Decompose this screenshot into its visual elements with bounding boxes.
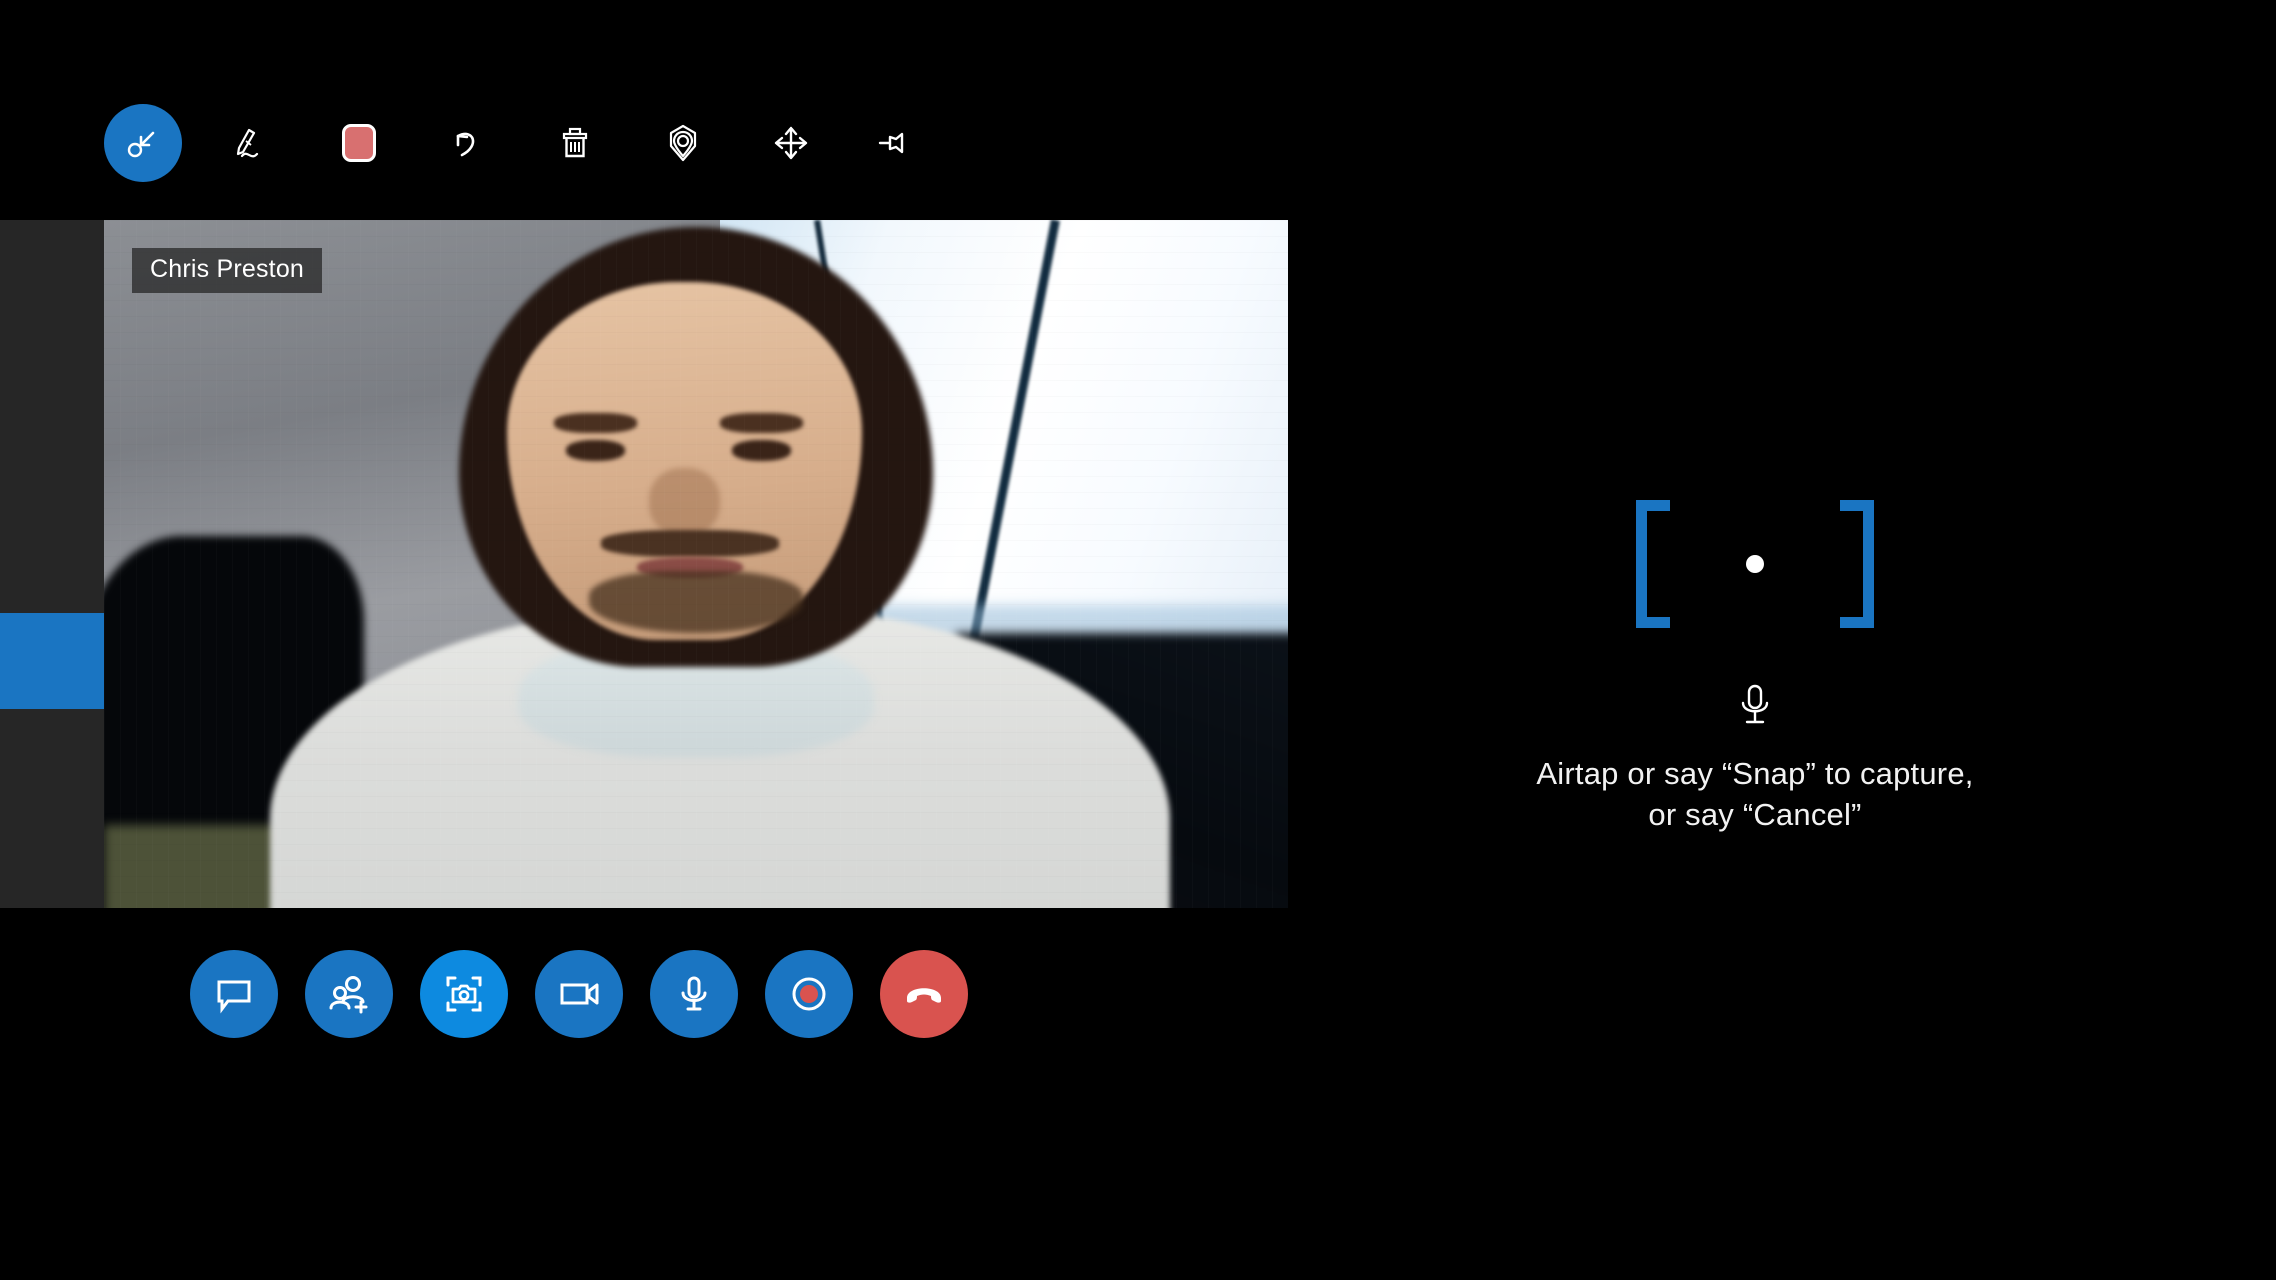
trash-icon	[562, 127, 588, 158]
annotation-toolbar	[104, 94, 1288, 192]
tool-move-button[interactable]	[752, 104, 830, 182]
scroll-rail[interactable]	[0, 220, 104, 908]
record-dot-icon	[792, 977, 826, 1011]
location-pin-icon	[669, 124, 697, 162]
chat-button[interactable]	[190, 950, 278, 1038]
video-person-brow-left	[553, 412, 637, 434]
video-camera-icon	[560, 983, 599, 1005]
video-person-beard	[589, 570, 803, 633]
undo-arrow-icon	[456, 132, 475, 157]
record-button[interactable]	[765, 950, 853, 1038]
color-swatch-icon	[342, 124, 376, 162]
microphone-icon	[1741, 684, 1769, 724]
video-person-brow-right	[719, 412, 803, 434]
move-arrows-icon	[774, 126, 808, 160]
participant-name-label: Chris Preston	[132, 248, 323, 293]
snapshot-capture-prompt: Airtap or say “Snap” to capture, or say …	[1490, 500, 2020, 836]
camera-snap-icon	[446, 976, 482, 1012]
remote-video-feed[interactable]: Chris Preston	[104, 220, 1288, 908]
add-person-icon	[329, 976, 368, 1014]
capture-prompt-text: Airtap or say “Snap” to capture, or say …	[1536, 754, 1973, 836]
capture-prompt-line-2: or say “Cancel”	[1648, 796, 1862, 832]
capture-prompt-line-1: Airtap or say “Snap” to capture,	[1536, 756, 1974, 791]
video-person-eye-right	[731, 440, 791, 461]
video-person-eye-left	[565, 440, 625, 461]
reticle-bracket-left	[1636, 500, 1670, 628]
tool-undo-button[interactable]	[428, 104, 506, 182]
tool-delete-button[interactable]	[536, 104, 614, 182]
pen-ink-icon	[229, 121, 273, 165]
add-people-button[interactable]	[305, 950, 393, 1038]
tool-place-button[interactable]	[644, 104, 722, 182]
pushpin-icon	[878, 132, 904, 154]
capture-reticle	[1636, 500, 1874, 628]
reticle-bracket-right	[1840, 500, 1874, 628]
cursor-select-icon	[123, 123, 163, 163]
end-call-button[interactable]	[880, 950, 968, 1038]
gaze-dot-cursor[interactable]	[1746, 555, 1764, 573]
app-stage: Chris Preston Airtap or say “Snap” to ca…	[0, 0, 2276, 1280]
microphone-button[interactable]	[650, 950, 738, 1038]
chat-bubble-icon	[217, 980, 251, 1014]
video-person-mustache	[601, 529, 779, 558]
tool-select-button[interactable]	[104, 104, 182, 182]
video-toggle-button[interactable]	[535, 950, 623, 1038]
end-call-icon	[907, 988, 941, 1003]
call-control-bar	[190, 950, 968, 1038]
voice-listening-indicator	[1735, 682, 1775, 732]
snapshot-button[interactable]	[420, 950, 508, 1038]
tool-draw-button[interactable]	[212, 104, 290, 182]
microphone-icon	[681, 976, 707, 1011]
tool-color-button[interactable]	[320, 104, 398, 182]
video-person-nose	[648, 467, 720, 537]
scroll-rail-thumb[interactable]	[0, 613, 104, 709]
tool-pin-button[interactable]	[860, 104, 938, 182]
